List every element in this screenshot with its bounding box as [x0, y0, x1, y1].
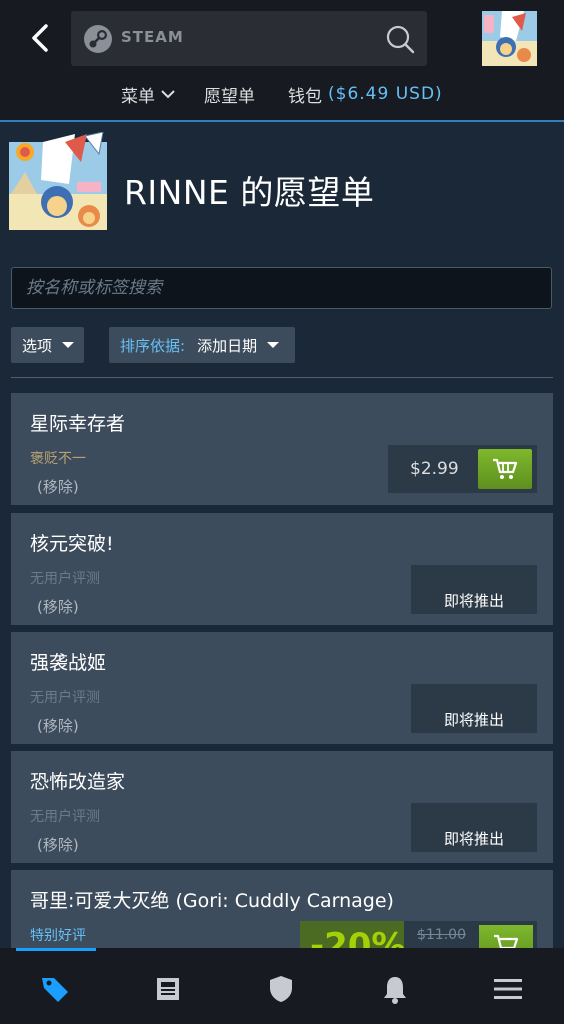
game-title[interactable]: 强袭战姬 [30, 648, 106, 675]
wishlist-row[interactable]: 核元突破! 无用户评测 (移除) 即将推出 [11, 513, 553, 625]
remove-link[interactable]: (移除) [37, 476, 79, 497]
wishlist-row[interactable]: 恐怖改造家 无用户评测 (移除) 即将推出 [11, 751, 553, 863]
store-search-bar[interactable]: STEAM [71, 11, 427, 66]
bottom-nav-bar [0, 948, 564, 1024]
remove-link[interactable]: (移除) [37, 596, 79, 617]
wishlist-row[interactable]: 哥里:可爱大灭绝 (Gori: Cuddly Carnage) 特别好评 -20… [11, 870, 553, 950]
wishlist-row[interactable]: 星际幸存者 褒贬不一 (移除) $2.99 [11, 393, 553, 505]
coming-soon-label: 即将推出 [411, 684, 537, 733]
wallet-balance: ($6.49 USD) [328, 84, 443, 104]
tab-guard[interactable] [266, 974, 296, 1004]
review-summary: 特别好评 [30, 928, 86, 944]
tab-notifications[interactable] [380, 974, 410, 1004]
nav-menu-label: 菜单 [121, 86, 155, 107]
game-title[interactable]: 星际幸存者 [30, 409, 125, 436]
tag-icon [42, 978, 68, 1002]
wishlist-search-input[interactable] [11, 267, 552, 309]
bell-icon [384, 977, 406, 1004]
back-arrow-icon[interactable] [24, 20, 60, 56]
news-icon [157, 978, 179, 1000]
review-summary: 无用户评测 [30, 690, 100, 706]
wishlist-row[interactable]: 强袭战姬 无用户评测 (移除) 即将推出 [11, 632, 553, 744]
remove-link[interactable]: (移除) [37, 834, 79, 855]
review-summary: 褒贬不一 [30, 451, 86, 467]
price: $2.99 [410, 459, 459, 479]
nav-wallet-link[interactable]: 钱包 ($6.49 USD) [288, 82, 443, 107]
nav-menu-dropdown[interactable]: 菜单 [121, 82, 175, 107]
sort-value: 添加日期 [197, 336, 258, 355]
sort-dropdown[interactable]: 排序依据: 添加日期 [109, 327, 295, 363]
search-icon[interactable] [385, 24, 415, 54]
sort-label: 排序依据: [120, 336, 186, 355]
coming-soon-label: 即将推出 [411, 565, 537, 614]
caret-down-icon [62, 342, 75, 348]
nav-wishlist-link[interactable]: 愿望单 [204, 82, 255, 107]
profile-accent-strip [0, 120, 564, 122]
review-summary: 无用户评测 [30, 809, 100, 825]
user-avatar[interactable] [482, 11, 537, 66]
review-summary: 无用户评测 [30, 571, 100, 587]
game-title[interactable]: 恐怖改造家 [30, 767, 125, 794]
wishlist-title: RINNE 的愿望单 [124, 173, 375, 212]
shield-icon [270, 976, 292, 1002]
menu-icon [494, 979, 522, 999]
top-bar: STEAM 菜单 愿望单 钱包 ($6.49 USD) [0, 0, 564, 120]
options-label: 选项 [22, 336, 53, 355]
tab-menu[interactable] [493, 974, 523, 1004]
original-price: $11.00 [417, 927, 466, 943]
game-title[interactable]: 核元突破! [30, 529, 114, 556]
discount-percent: -20% [300, 921, 404, 950]
add-to-cart-button[interactable] [479, 925, 533, 950]
steam-wordmark: STEAM [121, 28, 184, 46]
tab-news[interactable] [153, 974, 183, 1004]
chevron-down-icon [161, 90, 175, 99]
caret-down-icon [267, 342, 280, 348]
add-to-cart-button[interactable] [478, 449, 532, 489]
divider [11, 377, 553, 378]
cart-icon [493, 458, 518, 479]
nav-wallet-label: 钱包 [288, 86, 322, 107]
active-tab-indicator [16, 948, 96, 951]
tab-store[interactable] [40, 974, 70, 1004]
game-title[interactable]: 哥里:可爱大灭绝 (Gori: Cuddly Carnage) [30, 886, 394, 913]
profile-avatar[interactable] [3, 132, 111, 234]
price-box: $2.99 [388, 445, 537, 493]
coming-soon-label: 即将推出 [411, 803, 537, 852]
options-dropdown[interactable]: 选项 [11, 327, 84, 363]
remove-link[interactable]: (移除) [37, 715, 79, 736]
discount-price-box: -20% $11.00 [300, 921, 537, 950]
steam-logo-icon [84, 25, 112, 53]
nav-wishlist-label: 愿望单 [204, 86, 255, 107]
